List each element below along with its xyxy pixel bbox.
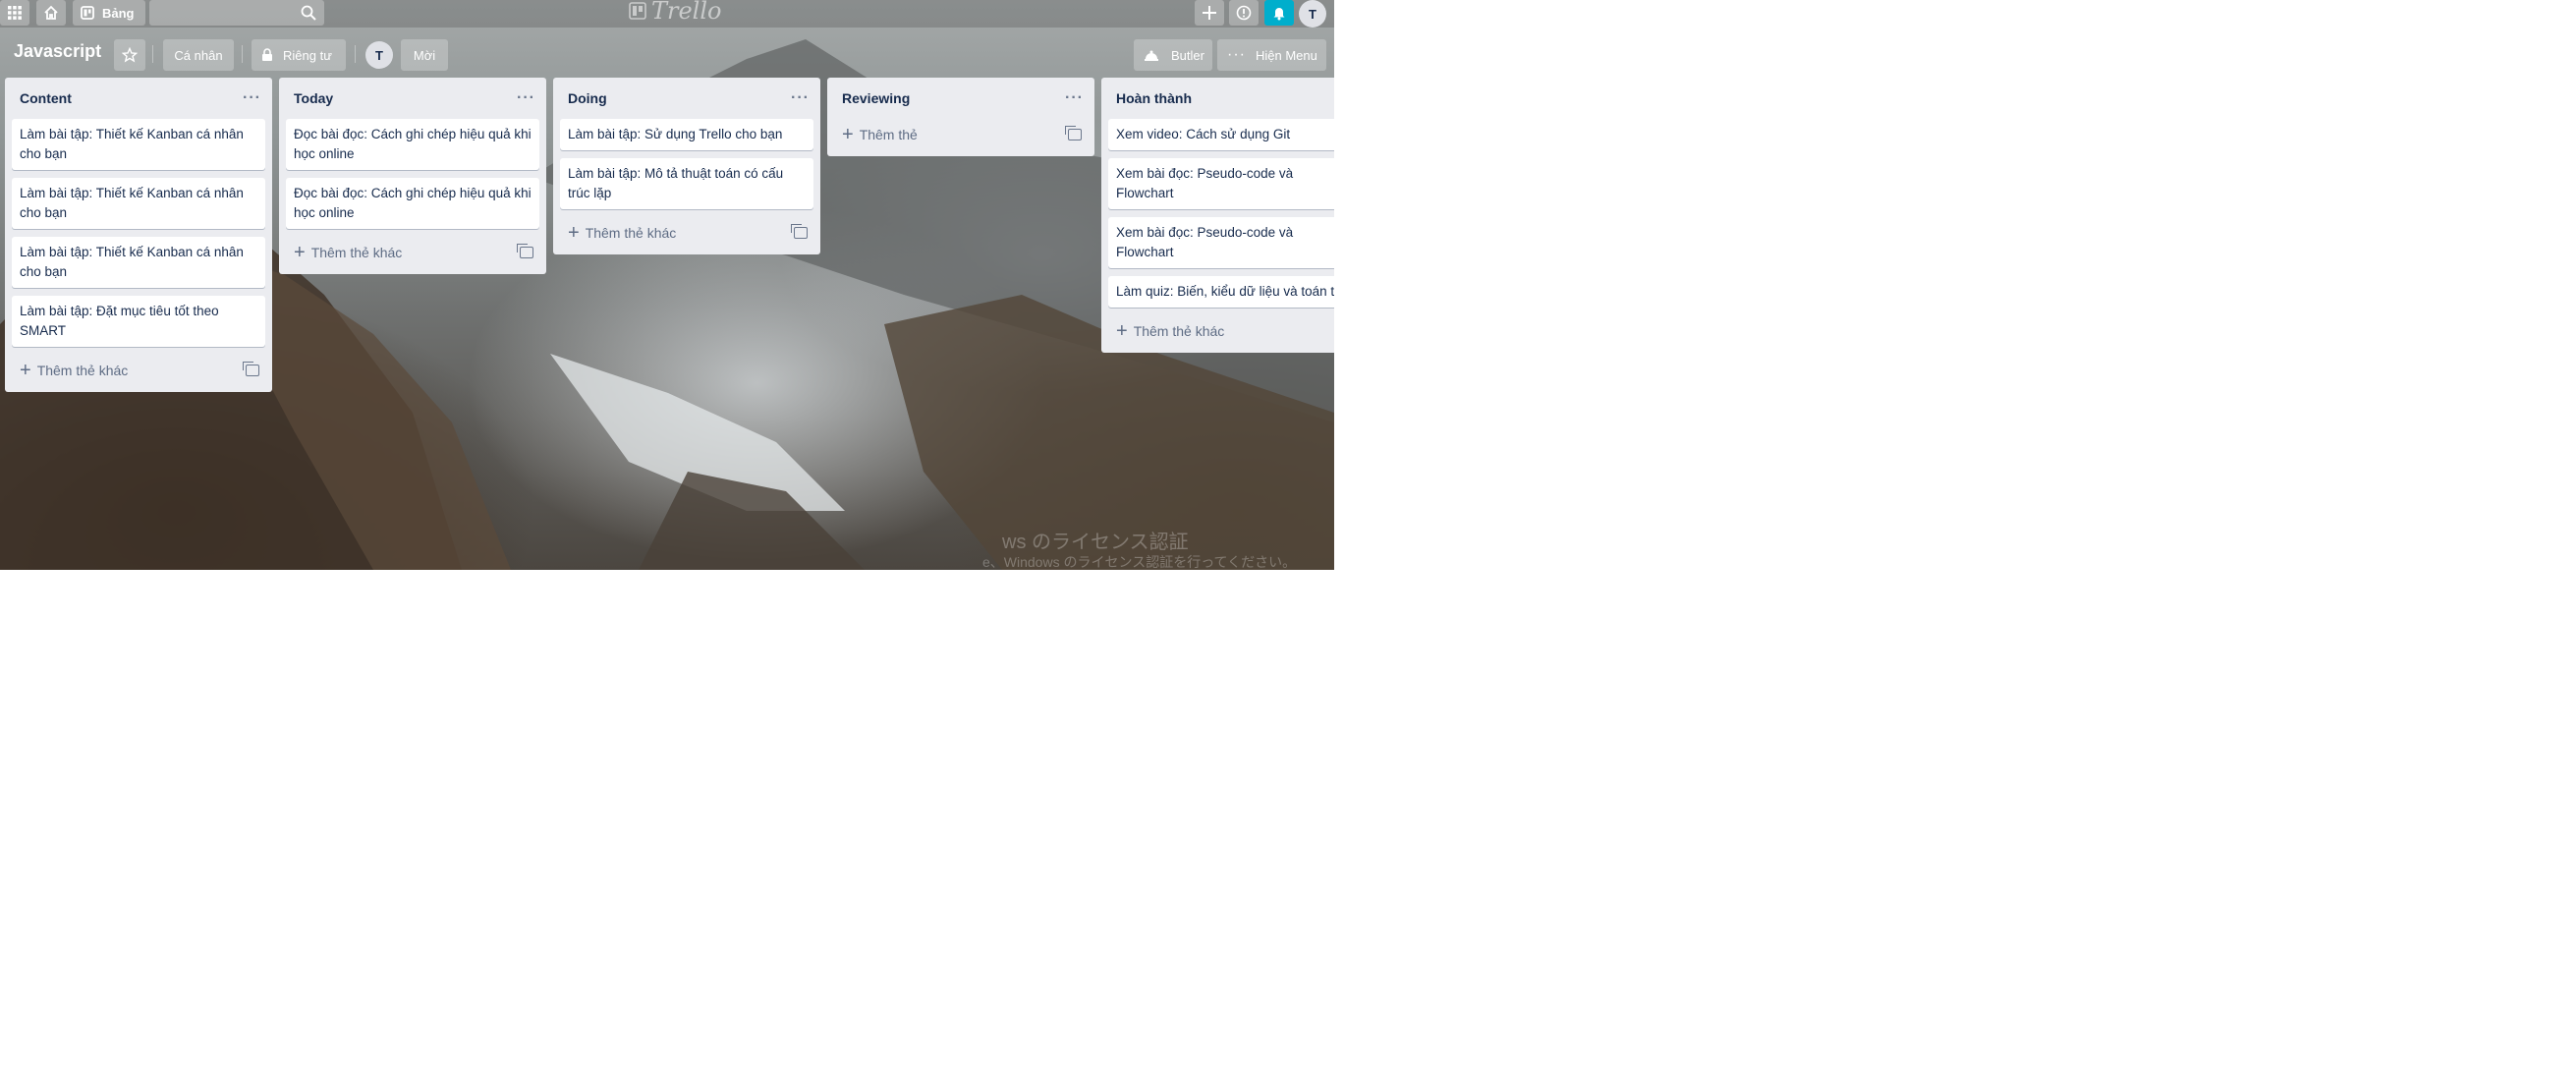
add-card-button[interactable]: + Thêm thẻ khác <box>286 237 539 268</box>
card-template-icon[interactable] <box>517 244 533 258</box>
header-divider <box>242 45 243 63</box>
card[interactable]: Làm bài tập: Thiết kế Kanban cá nhân cho… <box>12 119 265 170</box>
add-card-label: Thêm thẻ khác <box>36 363 129 378</box>
team-button[interactable]: Cá nhân <box>163 39 234 71</box>
card[interactable]: Xem bài đọc: Pseudo-code và Flowchart <box>1108 158 1334 209</box>
star-button[interactable] <box>114 39 145 71</box>
invite-button[interactable]: Mời <box>401 39 448 71</box>
add-card-button[interactable]: + Thêm thẻ khác <box>12 355 265 386</box>
list-header: Doing ··· <box>560 78 813 119</box>
list-menu-icon[interactable]: ··· <box>243 90 261 106</box>
card[interactable]: Làm bài tập: Đặt mục tiêu tốt theo SMART <box>12 296 265 347</box>
plus-icon: + <box>842 124 854 145</box>
apps-grid-icon <box>8 6 22 20</box>
list-header: Hoàn thành ··· <box>1108 78 1334 119</box>
list-doing: Doing ··· Làm bài tập: Sử dụng Trello ch… <box>553 78 820 254</box>
trello-logo[interactable]: Trello <box>629 0 722 25</box>
butler-icon <box>1145 50 1158 61</box>
show-menu-button[interactable]: ··· Hiện Menu <box>1217 39 1326 71</box>
home-button[interactable] <box>36 0 66 26</box>
add-card-button[interactable]: + Thêm thẻ <box>834 119 1088 150</box>
list-menu-icon[interactable]: ··· <box>791 90 810 106</box>
list-title[interactable]: Doing <box>568 90 607 106</box>
bell-icon <box>1273 8 1285 21</box>
butler-button[interactable]: Butler <box>1134 39 1212 71</box>
card[interactable]: Đọc bài đọc: Cách ghi chép hiệu quả khi … <box>286 119 539 170</box>
list-title[interactable]: Reviewing <box>842 90 910 106</box>
plus-icon: + <box>1116 320 1128 342</box>
ellipsis-icon: ··· <box>1227 46 1246 63</box>
add-card-label: Thêm thẻ khác <box>585 225 677 241</box>
card[interactable]: Xem video: Cách sử dụng Git <box>1108 119 1334 150</box>
plus-icon: + <box>568 222 580 244</box>
card[interactable]: Làm bài tập: Thiết kế Kanban cá nhân cho… <box>12 178 265 229</box>
star-icon <box>122 47 138 63</box>
member-avatar[interactable]: T <box>365 41 393 69</box>
create-button[interactable] <box>1195 0 1224 26</box>
boards-label: Bảng <box>102 5 135 21</box>
list-header: Today ··· <box>286 78 539 119</box>
notifications-button[interactable] <box>1264 0 1294 26</box>
list-reviewing: Reviewing ··· + Thêm thẻ <box>827 78 1094 156</box>
list-menu-icon[interactable]: ··· <box>517 90 535 106</box>
list-header: Content ··· <box>12 78 265 119</box>
list-done: Hoàn thành ··· Xem video: Cách sử dụng G… <box>1101 78 1334 353</box>
header-divider <box>355 45 356 63</box>
info-icon <box>1236 5 1252 21</box>
plus-icon <box>1203 6 1216 20</box>
account-avatar[interactable]: T <box>1299 0 1326 28</box>
board-icon <box>81 6 94 20</box>
list-menu-icon[interactable]: ··· <box>1065 90 1084 106</box>
home-icon <box>44 5 58 20</box>
show-menu-label: Hiện Menu <box>1255 47 1317 63</box>
card-template-icon[interactable] <box>791 224 808 239</box>
watermark-line2: e、Windows のライセンス認証を行ってください。 <box>982 554 1297 570</box>
add-card-label: Thêm thẻ khác <box>310 245 403 260</box>
visibility-button[interactable]: Riêng tư <box>252 39 346 71</box>
boards-button[interactable]: Bảng <box>73 0 145 26</box>
watermark-line1: ws のライセンス認証 <box>1002 532 1189 553</box>
apps-menu-button[interactable] <box>0 0 29 26</box>
add-card-label: Thêm thẻ khác <box>1133 323 1225 339</box>
trello-logo-icon <box>629 2 646 20</box>
search-icon <box>301 5 316 21</box>
card[interactable]: Làm bài tập: Thiết kế Kanban cá nhân cho… <box>12 237 265 288</box>
search-input[interactable] <box>149 0 324 26</box>
card-template-icon[interactable] <box>243 362 259 376</box>
trello-window: Bảng Trello T Javascript Cá nhân Riêng t… <box>0 0 1334 570</box>
logo-text: Trello <box>651 0 722 25</box>
lock-icon <box>262 48 272 61</box>
add-card-button[interactable]: + Thêm thẻ khác <box>1108 315 1334 347</box>
list-title[interactable]: Today <box>294 90 333 106</box>
header-divider <box>152 45 153 63</box>
butler-label: Butler <box>1171 47 1204 63</box>
info-button[interactable] <box>1229 0 1259 26</box>
plus-icon: + <box>20 360 31 381</box>
board-title[interactable]: Javascript <box>14 41 101 62</box>
add-card-button[interactable]: + Thêm thẻ khác <box>560 217 813 249</box>
add-card-label: Thêm thẻ <box>859 127 918 142</box>
list-title[interactable]: Hoàn thành <box>1116 90 1192 106</box>
card-template-icon[interactable] <box>1065 126 1082 140</box>
list-content: Content ··· Làm bài tập: Thiết kế Kanban… <box>5 78 272 392</box>
card[interactable]: Đọc bài đọc: Cách ghi chép hiệu quả khi … <box>286 178 539 229</box>
card[interactable]: Làm quiz: Biến, kiểu dữ liệu và toán tử <box>1108 276 1334 308</box>
visibility-label: Riêng tư <box>283 47 332 63</box>
list-today: Today ··· Đọc bài đọc: Cách ghi chép hiệ… <box>279 78 546 274</box>
list-header: Reviewing ··· <box>834 78 1088 119</box>
card[interactable]: Làm bài tập: Sử dụng Trello cho bạn <box>560 119 813 150</box>
plus-icon: + <box>294 242 306 263</box>
card[interactable]: Xem bài đọc: Pseudo-code và Flowchart <box>1108 217 1334 268</box>
list-title[interactable]: Content <box>20 90 72 106</box>
card[interactable]: Làm bài tập: Mô tả thuật toán có cấu trú… <box>560 158 813 209</box>
